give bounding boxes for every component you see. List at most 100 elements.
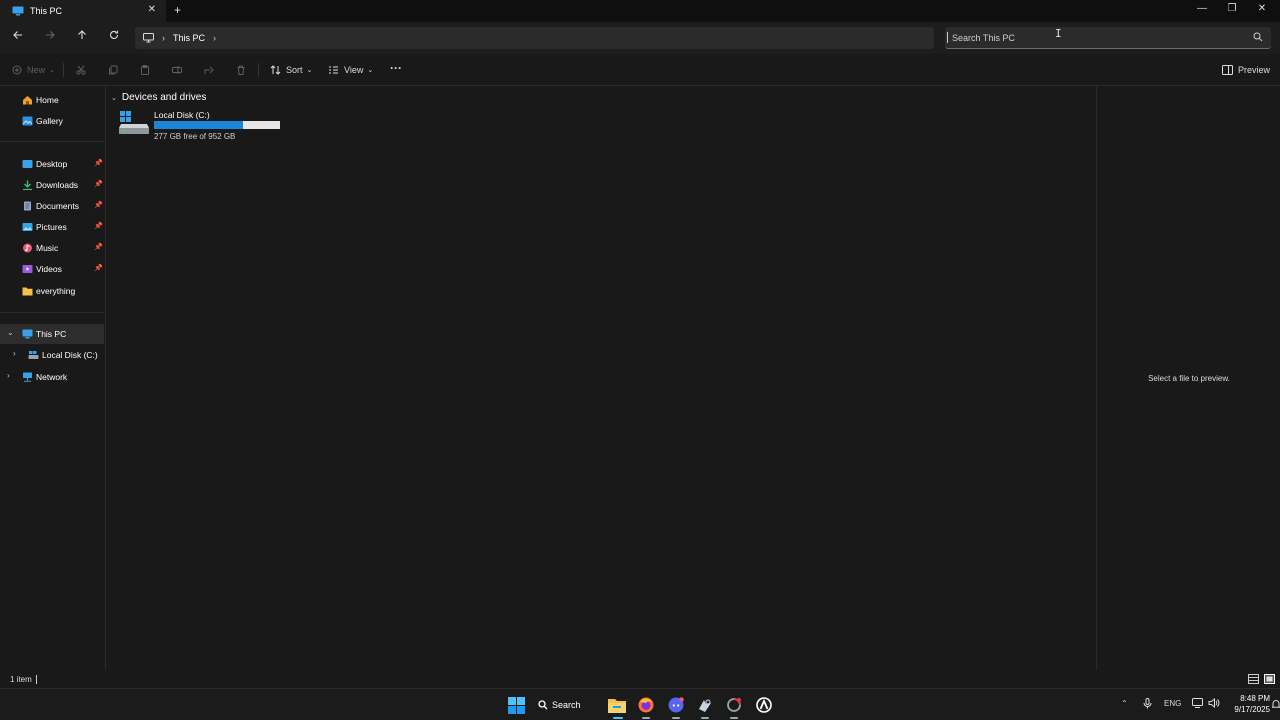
chevron-down-icon[interactable]: ⌄ [7,328,14,337]
arrow-right-icon [46,31,55,39]
new-button[interactable]: New ⌄ [12,63,55,77]
windows-logo-icon [508,696,525,714]
sidebar-item-downloads[interactable]: Downloads 📌 [0,175,104,195]
drive-icon [119,111,149,134]
more-options-button[interactable]: ··· [390,61,402,75]
chevron-right-icon[interactable]: › [13,349,16,358]
network-status-icon[interactable] [1192,698,1203,708]
pin-icon[interactable]: 📌 [94,243,103,251]
address-row: › This PC › [0,22,1280,54]
sidebar-item-desktop[interactable]: Desktop 📌 [0,154,104,174]
chevron-right-icon[interactable]: › [7,371,10,380]
pin-icon[interactable]: 📌 [94,264,103,272]
sidebar-item-label: Local Disk (C:) [42,350,98,360]
close-tab-button[interactable]: ✕ [148,4,156,15]
drive-tile-local-disk[interactable]: Local Disk (C:) 277 GB free of 952 GB [119,108,289,142]
divider [36,675,37,684]
active-indicator [613,717,623,719]
divider [258,63,259,77]
pin-icon[interactable]: 📌 [94,159,103,167]
music-icon [23,243,32,253]
sidebar-item-music[interactable]: Music 📌 [0,238,104,258]
title-bar: This PC ✕ + — ❐ ✕ [0,0,1280,22]
download-icon [23,180,32,190]
chevron-down-icon[interactable]: ⌄ [111,94,117,102]
trash-icon [237,65,245,75]
videos-icon [22,265,33,273]
language-indicator[interactable]: ENG [1164,699,1181,708]
active-indicator [672,717,680,719]
volume-icon[interactable] [1208,698,1220,708]
sidebar-item-everything[interactable]: everything [0,281,104,301]
active-indicator [642,717,650,719]
tiles-view-icon[interactable] [1264,674,1275,684]
sidebar-item-label: Videos [36,264,62,274]
firefox-taskbar-icon[interactable] [638,695,654,715]
notification-bell-icon[interactable] [1272,699,1280,709]
file-list: ⌄ Devices and drives Local Disk (C:) 277… [107,86,1096,670]
search-input[interactable] [947,32,1247,43]
chevron-right-icon[interactable]: › [213,33,216,43]
sidebar-item-this-pc[interactable]: ⌄ This PC [0,324,104,344]
minimize-button[interactable]: — [1192,3,1212,14]
delete-button[interactable] [236,63,246,77]
microphone-icon[interactable] [1143,698,1152,709]
refresh-icon [110,30,119,39]
group-title: Devices and drives [121,92,207,103]
cut-icon [76,65,86,75]
sort-button[interactable]: Sort ⌄ [270,63,312,77]
view-button[interactable]: View ⌄ [328,63,373,77]
sidebar-item-videos[interactable]: Videos 📌 [0,259,104,279]
active-indicator [730,717,738,719]
sidebar-item-documents[interactable]: Documents 📌 [0,196,104,216]
rename-button[interactable] [172,63,182,77]
chevron-down-icon: ⌄ [367,67,374,74]
paste-button[interactable] [140,63,150,77]
forward-button[interactable] [42,30,58,46]
steam-taskbar-icon[interactable] [697,695,713,715]
details-view-icon[interactable] [1248,674,1259,684]
breadcrumb-this-pc[interactable]: This PC [173,33,205,43]
taskbar-search-button[interactable]: Search [538,695,598,715]
discord-taskbar-icon[interactable] [668,695,684,715]
sidebar-item-local-disk[interactable]: › Local Disk (C:) [0,345,104,365]
cut-button[interactable] [76,63,86,77]
sidebar-item-pictures[interactable]: Pictures 📌 [0,217,104,237]
drive-usage-fill [154,121,244,129]
pin-icon[interactable]: 📌 [94,222,103,230]
maximize-button[interactable]: ❐ [1222,3,1242,14]
copy-button[interactable] [108,63,118,77]
overwatch-taskbar-icon[interactable] [756,695,772,715]
search-box[interactable] [945,27,1271,49]
system-clock[interactable]: 8:48 PM 9/17/2025 [1226,693,1270,715]
sidebar-item-gallery[interactable]: Gallery [0,111,104,131]
chevron-right-icon: › [162,33,165,43]
refresh-button[interactable] [106,30,122,46]
item-count: 1 item [10,675,32,684]
chevron-down-icon: ⌄ [49,67,55,74]
file-explorer-taskbar-icon[interactable] [608,695,626,715]
sidebar-item-network[interactable]: › Network [0,367,104,387]
share-icon [204,66,214,74]
app-taskbar-icon[interactable] [726,695,742,715]
file-explorer-icon [608,699,626,713]
preview-pane-button[interactable]: Preview [1222,63,1270,77]
navigation-pane: Home Gallery Desktop 📌 Downloads 📌 Docum… [0,86,106,670]
close-window-button[interactable]: ✕ [1252,3,1272,14]
chevron-up-icon[interactable]: ⌃ [1121,699,1128,708]
new-tab-button[interactable]: + [174,3,181,17]
group-header-devices[interactable]: ⌄ Devices and drives [111,92,206,103]
share-button[interactable] [204,63,214,77]
pin-icon[interactable]: 📌 [94,201,103,209]
preview-label: Preview [1238,65,1271,75]
documents-icon [24,201,31,211]
up-button[interactable] [74,30,90,46]
sidebar-item-home[interactable]: Home [0,90,104,110]
command-bar: New ⌄ Sort ⌄ View ⌄ ··· Preview [0,54,1280,86]
start-button[interactable] [508,695,525,715]
pin-icon[interactable]: 📌 [94,180,103,188]
search-icon[interactable] [1253,32,1263,42]
back-button[interactable] [10,30,26,46]
tab-this-pc[interactable]: This PC ✕ [0,0,166,22]
address-bar[interactable]: › This PC › [135,27,934,49]
